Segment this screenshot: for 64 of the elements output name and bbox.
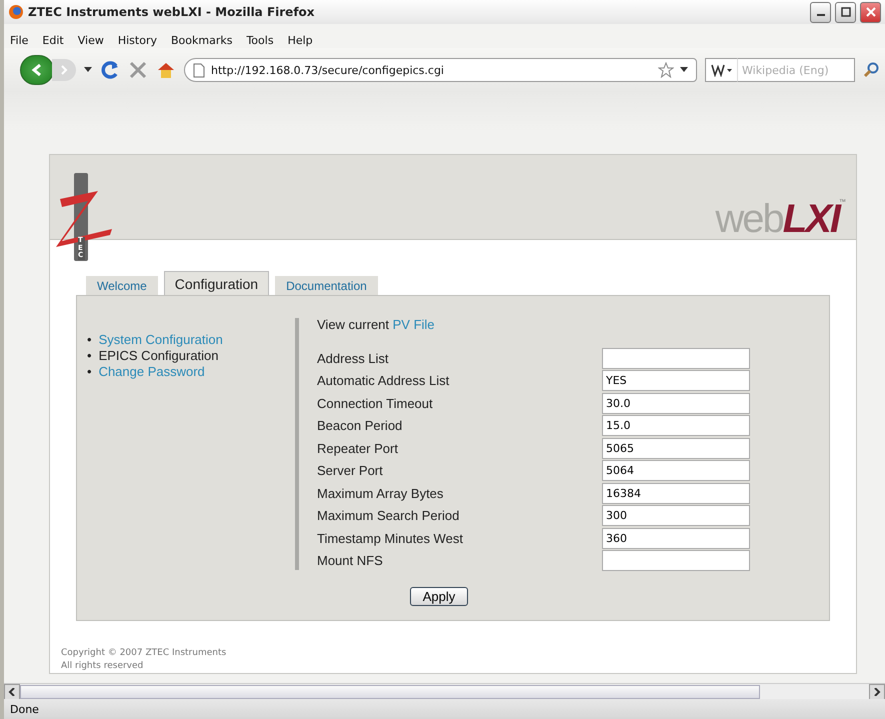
home-icon[interactable] [156, 60, 176, 80]
search-field[interactable]: Wikipedia (Eng) [737, 58, 855, 82]
menu-item[interactable]: Tools [246, 34, 274, 46]
field-label: Address List [317, 350, 390, 366]
copyright-text: Copyright © 2007 ZTEC Instruments [61, 647, 228, 660]
input-field[interactable]: 16384 [602, 482, 750, 504]
input-field[interactable]: 5064 [602, 460, 750, 482]
search-engine-button[interactable] [705, 58, 737, 82]
menu-item[interactable]: Bookmarks [170, 34, 232, 46]
menu-item[interactable]: Edit [42, 34, 64, 46]
field-label: Server Port [317, 463, 384, 478]
close-button[interactable] [860, 2, 881, 22]
intro-text: View current PV File [317, 317, 436, 332]
maximize-icon [840, 7, 850, 17]
input-field[interactable]: 300 [602, 505, 750, 526]
field-label: Beacon Period [317, 418, 404, 434]
dropdown-icon[interactable] [680, 67, 688, 73]
sidebar-link[interactable]: EPICS Configuration [98, 348, 219, 364]
field-label: Mount NFS [317, 553, 384, 568]
minimize-icon [816, 14, 824, 16]
menu-item[interactable]: File [10, 34, 28, 46]
scroll-right-button[interactable] [869, 684, 885, 700]
maximize-button[interactable] [835, 2, 856, 22]
bullet: • [87, 364, 92, 380]
input-field[interactable]: 30.0 [602, 392, 750, 414]
field-label: Timestamp Minutes West [317, 530, 464, 546]
window-title: ZTEC Instruments webLXI - Mozilla Firefox [28, 5, 316, 19]
search-icon[interactable] [863, 62, 879, 78]
close-icon [866, 7, 876, 17]
horizontal-scrollbar[interactable] [4, 683, 885, 699]
field-label: Maximum Search Period [317, 508, 460, 524]
tab[interactable]: Welcome [86, 276, 158, 295]
dropdown-icon[interactable] [84, 67, 92, 73]
scroll-thumb[interactable] [20, 685, 760, 699]
field-label: Maximum Array Bytes [317, 486, 444, 501]
menu-item[interactable]: View [78, 34, 104, 46]
input-field[interactable]: 5065 [602, 438, 750, 459]
bullet: • [87, 332, 92, 348]
browser-icon [8, 4, 24, 20]
menu-item[interactable]: History [118, 34, 157, 46]
tab[interactable]: Documentation [275, 276, 378, 295]
back-button[interactable] [20, 55, 54, 85]
apply-button[interactable]: Apply [410, 587, 468, 606]
input-field[interactable]: YES [602, 370, 750, 392]
address-bar[interactable]: http://192.168.0.73/secure/configepics.cgi [184, 58, 697, 82]
scroll-left-button[interactable] [4, 684, 20, 700]
minimize-button[interactable] [810, 2, 831, 22]
input-field[interactable]: 360 [602, 528, 750, 549]
status-text: Done [10, 702, 39, 716]
copyright-text: All rights reserved [61, 660, 144, 673]
bullet: • [87, 348, 92, 364]
star-icon[interactable] [658, 62, 674, 78]
input-field[interactable] [602, 348, 750, 369]
field-label: Repeater Port [317, 440, 399, 456]
w-engine-icon [710, 63, 732, 77]
menu-item[interactable]: Help [288, 34, 313, 46]
field-label: Connection Timeout [317, 396, 434, 411]
reload-icon[interactable] [100, 60, 120, 80]
input-field[interactable] [602, 550, 750, 572]
tab[interactable]: Configuration [164, 271, 270, 295]
field-label: Automatic Address List [317, 373, 450, 388]
page-icon [193, 62, 205, 78]
input-field[interactable]: 15.0 [602, 415, 750, 436]
stop-icon[interactable] [128, 60, 148, 80]
